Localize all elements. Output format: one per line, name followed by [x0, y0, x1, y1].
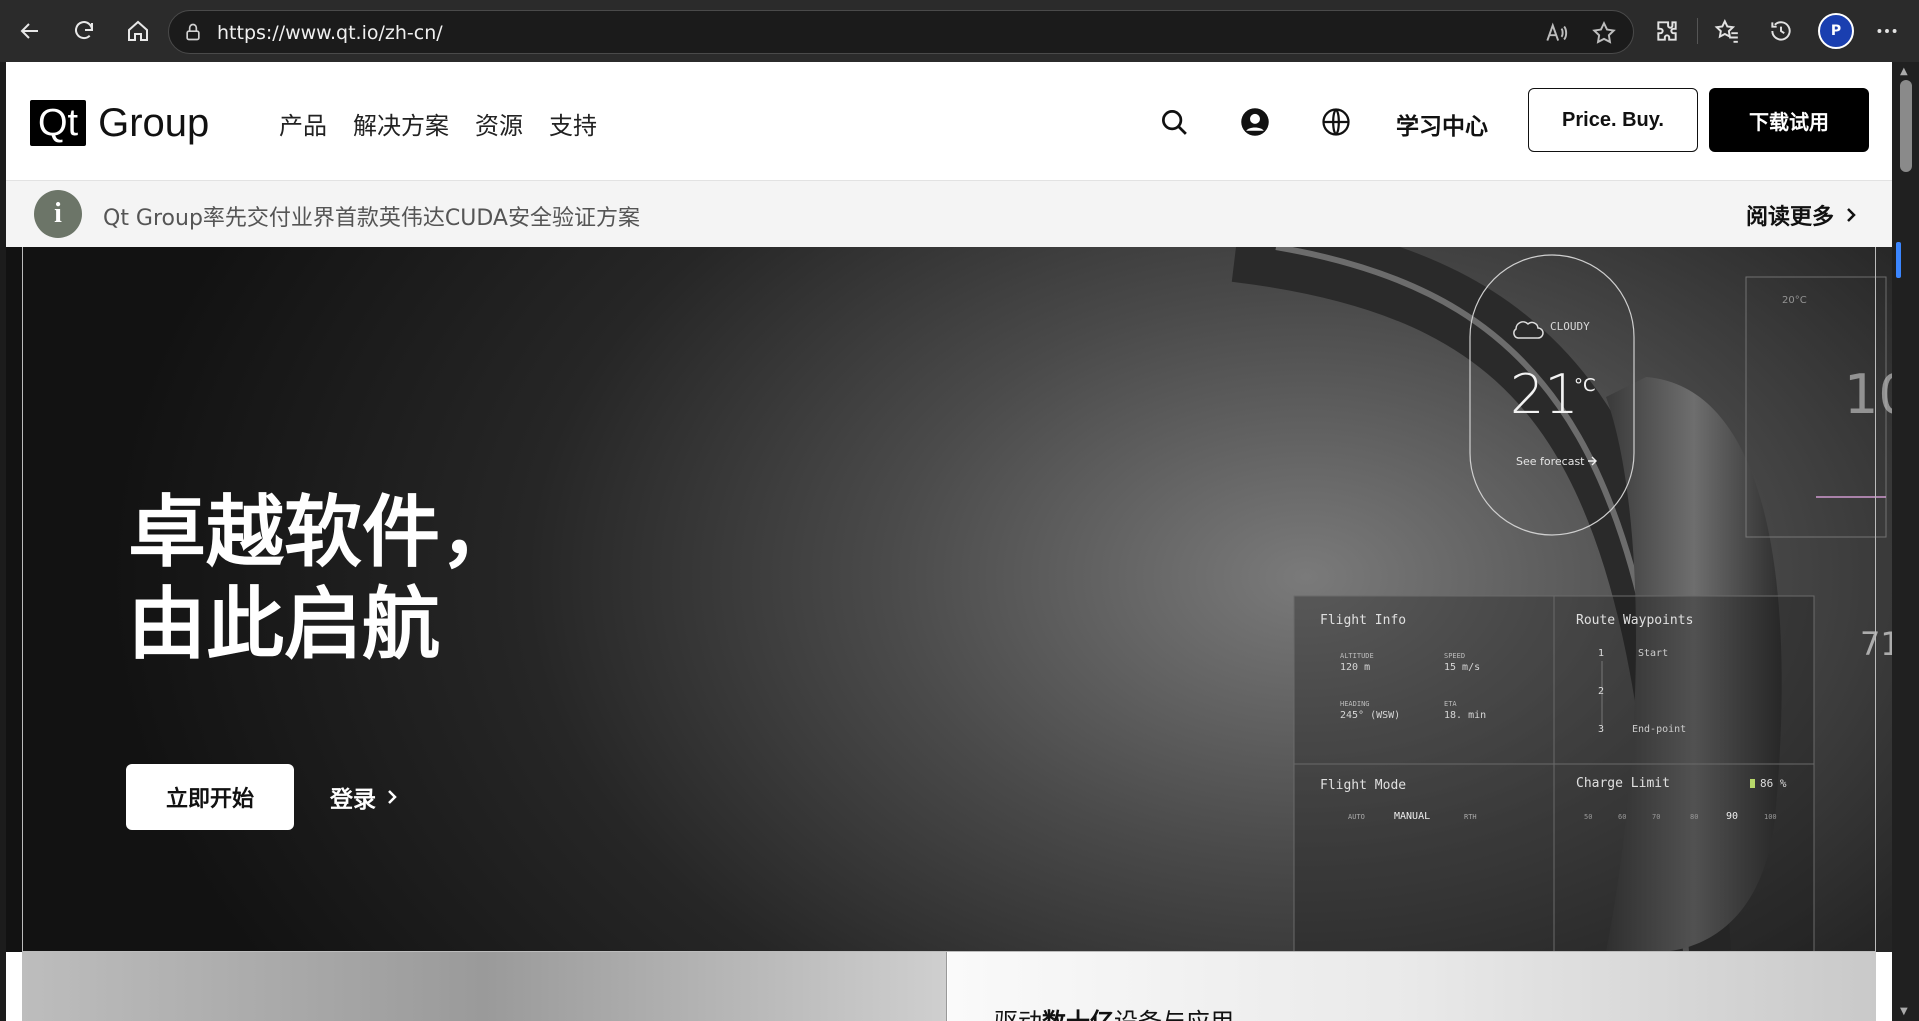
- nav-item-resources[interactable]: 资源: [475, 106, 523, 141]
- site-header: Qt Group 产品 解决方案 资源 支持 学习中心 Price. Buy. …: [6, 62, 1892, 181]
- globe-language-icon[interactable]: [1318, 104, 1354, 140]
- browser-toolbar: https://www.qt.io/zh-cn/ P: [0, 0, 1919, 62]
- hero-title: 卓越软件， 由此启航: [128, 487, 518, 671]
- read-more-link[interactable]: 阅读更多: [1746, 199, 1858, 231]
- next-section: 驱动数十亿设备与应用: [22, 952, 1876, 1021]
- hero-section: CLOUDY 21 °C See forecast 20°C 10 Flight…: [6, 247, 1892, 952]
- login-label: 登录: [330, 787, 376, 813]
- read-more-label: 阅读更多: [1746, 205, 1835, 230]
- nav-item-solutions[interactable]: 解决方案: [353, 106, 449, 141]
- logo-word: Group: [98, 101, 210, 145]
- hero-title-line-2: 由此启航: [128, 580, 441, 670]
- heading-prefix: 驱动: [994, 1008, 1042, 1021]
- qt-group-logo[interactable]: Qt Group: [30, 100, 209, 146]
- hero-title-line-1: 卓越软件，: [128, 488, 519, 578]
- nav-item-support[interactable]: 支持: [549, 106, 597, 141]
- home-icon[interactable]: [120, 13, 156, 49]
- scrollbar-thumb[interactable]: [1900, 80, 1912, 172]
- web-page: Qt Group 产品 解决方案 资源 支持 学习中心 Price. Buy. …: [6, 62, 1892, 1021]
- refresh-icon[interactable]: [66, 13, 102, 49]
- scroll-position-marker: [1896, 242, 1901, 278]
- main-nav: 产品 解决方案 资源 支持: [279, 106, 597, 141]
- next-section-text-panel: 驱动数十亿设备与应用: [948, 952, 1876, 1021]
- favorite-star-icon[interactable]: [1591, 20, 1617, 46]
- scroll-down-icon[interactable]: ▼: [1900, 1006, 1908, 1017]
- login-link[interactable]: 登录: [330, 780, 398, 814]
- scroll-up-icon[interactable]: ▲: [1900, 66, 1908, 77]
- search-icon[interactable]: [1156, 104, 1192, 140]
- extensions-icon[interactable]: [1652, 16, 1682, 46]
- learning-center-link[interactable]: 学习中心: [1396, 107, 1488, 141]
- back-icon[interactable]: [12, 13, 48, 49]
- download-trial-button[interactable]: 下载试用: [1709, 88, 1869, 152]
- heading-suffix: 设备与应用: [1114, 1008, 1234, 1021]
- info-icon: i: [34, 190, 82, 238]
- lock-icon[interactable]: [183, 22, 203, 42]
- url-text[interactable]: https://www.qt.io/zh-cn/: [217, 22, 443, 44]
- history-icon[interactable]: [1766, 16, 1796, 46]
- nav-item-products[interactable]: 产品: [279, 106, 327, 141]
- read-aloud-icon[interactable]: [1543, 20, 1569, 46]
- page-scrollbar[interactable]: ▲ ▼: [1892, 62, 1919, 1021]
- heading-bold: 数十亿: [1042, 1008, 1114, 1021]
- favorites-icon[interactable]: [1712, 16, 1742, 46]
- logo-mark: Qt: [30, 100, 87, 146]
- price-buy-button[interactable]: Price. Buy.: [1528, 88, 1698, 152]
- more-options-icon[interactable]: [1872, 16, 1902, 46]
- address-bar[interactable]: https://www.qt.io/zh-cn/: [168, 10, 1634, 54]
- chevron-right-icon: [388, 790, 397, 804]
- profile-avatar[interactable]: P: [1818, 13, 1854, 49]
- chevron-right-icon: [1847, 208, 1856, 222]
- get-started-button[interactable]: 立即开始: [126, 764, 294, 830]
- announcement-banner: i Qt Group率先交付业界首款英伟达CUDA安全验证方案 阅读更多: [6, 181, 1892, 247]
- user-account-icon[interactable]: [1237, 104, 1273, 140]
- next-section-heading: 驱动数十亿设备与应用: [994, 1002, 1234, 1021]
- toolbar-separator: [1697, 18, 1698, 44]
- banner-text: Qt Group率先交付业界首款英伟达CUDA安全验证方案: [103, 206, 640, 231]
- next-section-image: [22, 952, 947, 1021]
